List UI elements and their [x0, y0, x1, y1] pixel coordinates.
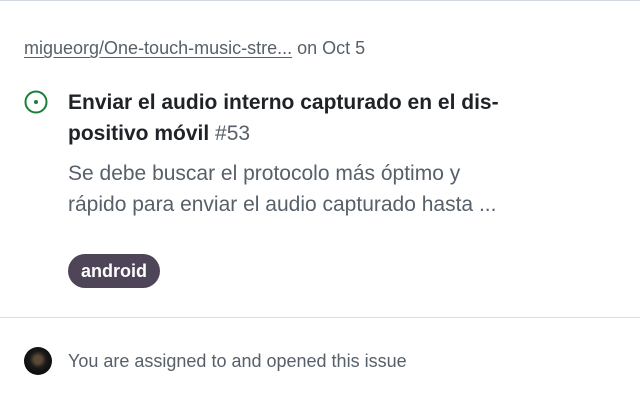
- avatar: [24, 347, 52, 375]
- issue-body-preview: Se debe buscar el protocolo más óptimo y…: [68, 158, 613, 220]
- issue-date: on Oct 5: [297, 38, 366, 58]
- repo-link[interactable]: miguеorg/One-touch-music-stre...: [24, 38, 292, 58]
- issue-title-line1: Enviar el audio interno capturado en el …: [68, 91, 499, 114]
- notification-card[interactable]: miguеorg/One-touch-music-stre... on Oct …: [0, 0, 640, 408]
- issue-meta: miguеorg/One-touch-music-stre... on Oct …: [24, 36, 365, 60]
- issue-body-line1: Se debe buscar el protocolo más óptimo y: [68, 162, 461, 185]
- notification-reason-text: You are assigned to and opened this issu…: [68, 351, 407, 371]
- label-android[interactable]: android: [68, 254, 160, 288]
- issue-body-line2: rápido para enviar el audio capturado ha…: [68, 193, 497, 216]
- issue-title-line2: positivo móvil: [68, 122, 210, 145]
- issue-opened-icon: [24, 90, 48, 114]
- issue-number: #53: [215, 122, 251, 145]
- divider: [0, 317, 640, 318]
- notification-reason: You are assigned to and opened this issu…: [24, 347, 407, 375]
- issue-title[interactable]: Enviar el audio interno capturado en el …: [68, 87, 608, 149]
